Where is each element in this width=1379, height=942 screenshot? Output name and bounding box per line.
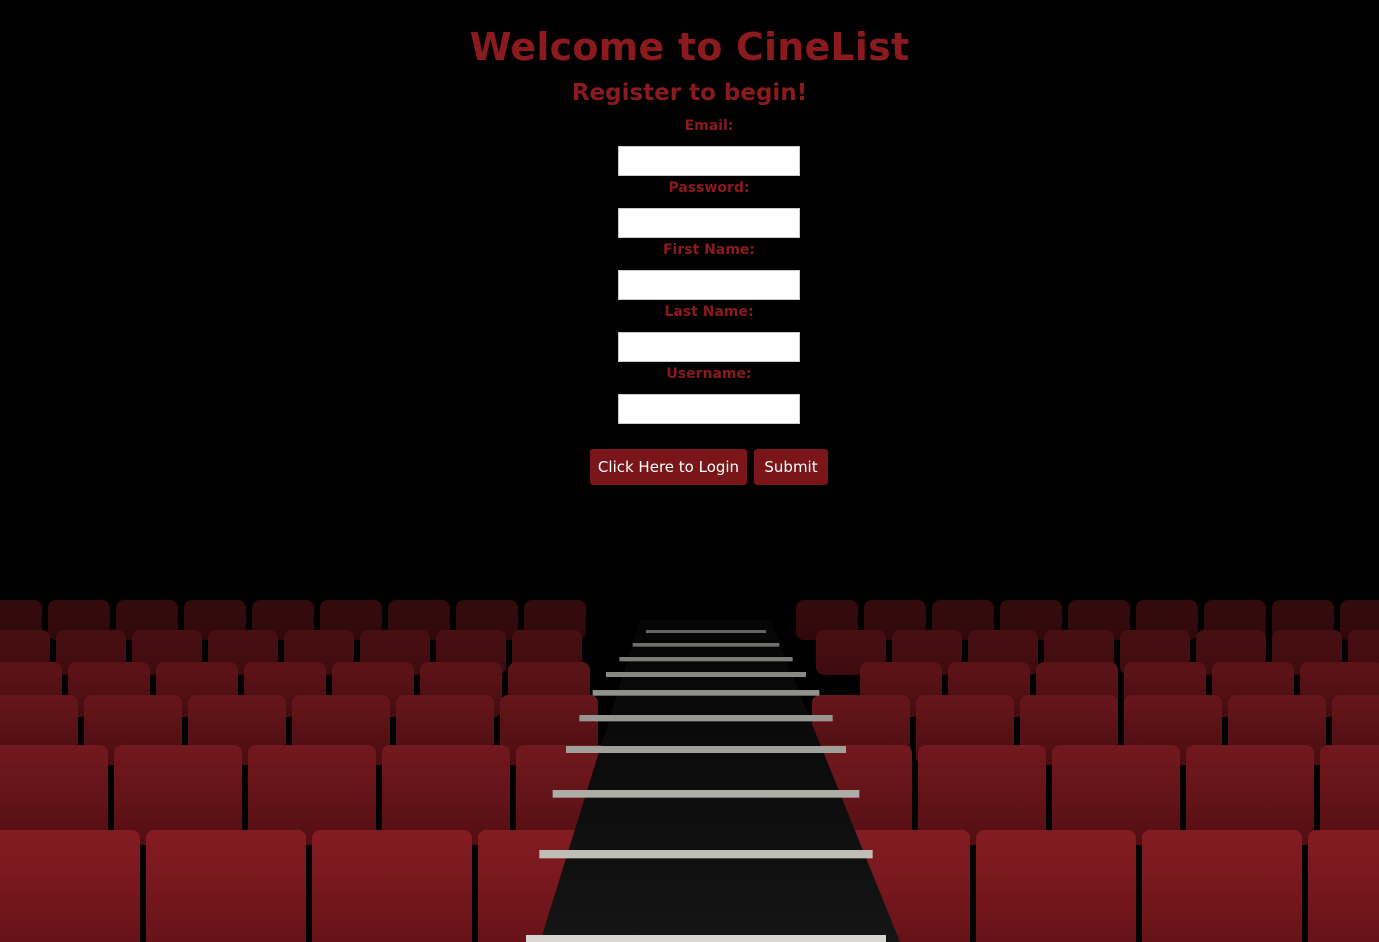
password-field[interactable] xyxy=(618,208,800,238)
password-label: Password: xyxy=(668,180,750,196)
first-name-field[interactable] xyxy=(618,270,800,300)
page-title: Welcome to CineList xyxy=(469,25,910,69)
page: Welcome to CineList Register to begin! E… xyxy=(0,0,1379,942)
email-label: Email: xyxy=(684,118,734,134)
login-link-button[interactable]: Click Here to Login xyxy=(590,449,747,485)
email-field[interactable] xyxy=(618,146,800,176)
username-label: Username: xyxy=(666,366,752,382)
first-name-label: First Name: xyxy=(662,242,755,258)
last-name-label: Last Name: xyxy=(664,304,754,320)
page-subtitle: Register to begin! xyxy=(571,80,808,106)
submit-button[interactable]: Submit xyxy=(754,449,828,485)
username-field[interactable] xyxy=(618,394,800,424)
last-name-field[interactable] xyxy=(618,332,800,362)
